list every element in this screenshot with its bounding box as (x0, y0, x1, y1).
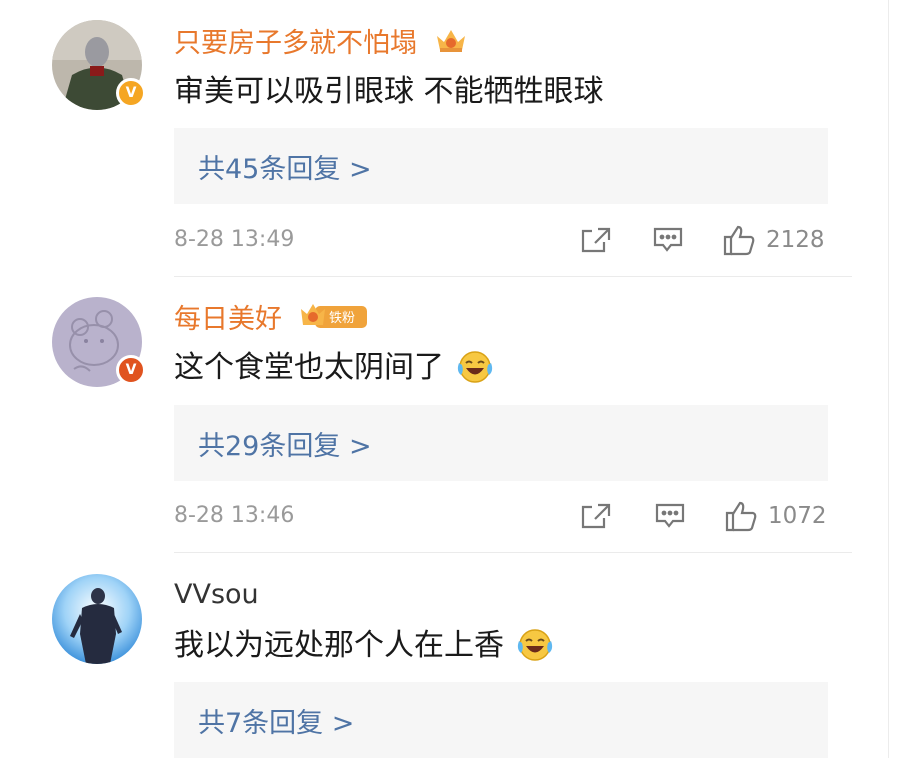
comment-meta: 8-28 13:46 1072 (174, 498, 828, 534)
laughing-crying-emoji (456, 349, 494, 396)
like-button[interactable]: 2128 (722, 222, 825, 258)
vip-crown-icon (434, 26, 468, 63)
like-count: 1072 (768, 503, 827, 529)
view-replies-button[interactable]: 共7条回复 > (174, 682, 828, 758)
comment-icon[interactable] (654, 502, 686, 534)
verified-badge-icon: V (116, 355, 146, 385)
share-icon[interactable] (580, 502, 612, 534)
view-replies-button[interactable]: 共45条回复 > (174, 128, 828, 204)
share-icon[interactable] (580, 226, 612, 258)
thumbs-up-icon (725, 501, 757, 532)
man-in-suit-avatar-icon (52, 574, 142, 664)
view-replies-button[interactable]: 共29条回复 > (174, 405, 828, 481)
comment-time: 8-28 13:49 (174, 227, 295, 252)
thumbs-up-icon (723, 225, 755, 256)
comment-meta: 8-28 13:49 2128 (174, 222, 828, 258)
like-button[interactable]: 1072 (724, 498, 827, 534)
comment-text-content: 我以为远处那个人在上香 (174, 628, 504, 663)
comment-text: 审美可以吸引眼球 不能牺牲眼球 (174, 74, 604, 109)
comment-icon[interactable] (652, 226, 684, 258)
comment-text-content: 这个食堂也太阴间了 (174, 350, 444, 385)
user-avatar[interactable]: V (52, 297, 146, 387)
vip-iron-fan-badge: 铁粉 (299, 301, 369, 340)
user-avatar[interactable]: V (52, 20, 146, 110)
comment-divider (174, 276, 852, 277)
username[interactable]: VVsou (174, 578, 259, 612)
username[interactable]: 只要房子多就不怕塌 (174, 26, 468, 63)
svg-text:铁粉: 铁粉 (329, 311, 355, 326)
username-text[interactable]: 每日美好 (174, 304, 282, 335)
comment-text: 我以为远处那个人在上香 (174, 626, 554, 674)
comment-time: 8-28 13:46 (174, 503, 295, 528)
username-text[interactable]: VVsou (174, 579, 259, 610)
comment-list: V 只要房子多就不怕塌 审美可以吸引眼球 不能牺牲眼球 共45条回复 > 8-2… (0, 0, 906, 758)
laughing-crying-emoji (516, 627, 554, 674)
comment-divider (174, 552, 852, 553)
like-count: 2128 (766, 227, 825, 253)
comment-text: 这个食堂也太阴间了 (174, 348, 494, 396)
username[interactable]: 每日美好 铁粉 (174, 301, 369, 340)
scroll-edge-divider (888, 0, 889, 758)
user-avatar[interactable] (52, 574, 142, 664)
verified-badge-icon: V (116, 78, 146, 108)
username-text[interactable]: 只要房子多就不怕塌 (174, 28, 417, 59)
